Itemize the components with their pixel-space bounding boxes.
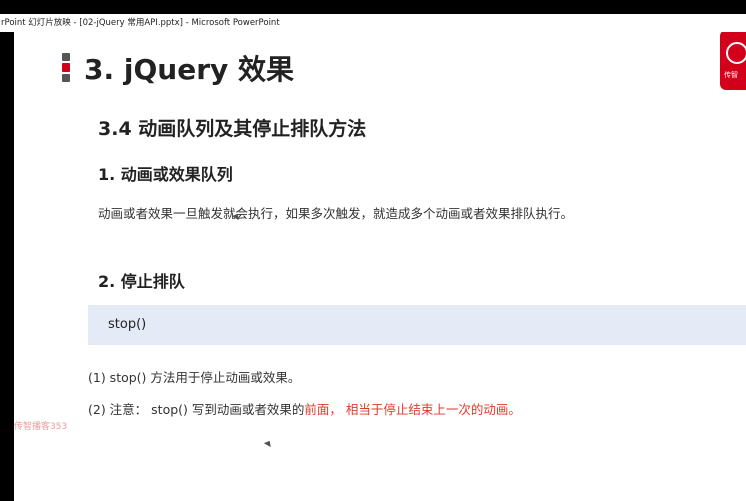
brand-logo: 传智 xyxy=(720,32,746,90)
logo-label: 传智 xyxy=(724,71,738,79)
window-title-bar: rPoint 幻灯片放映 - [02-jQuery 常用API.pptx] - … xyxy=(0,14,746,32)
note-2: (2) 注意： stop() 写到动画或者效果的前面， 相当于停止结束上一次的动… xyxy=(88,399,521,418)
note-1: (1) stop() 方法用于停止动画或效果。 xyxy=(88,370,301,385)
paragraph-animation-queue: 动画或者效果一旦触发就会执行，如果多次触发，就造成多个动画或者效果排队执行。 xyxy=(98,206,574,221)
watermark-text: 传智播客353 xyxy=(14,422,68,432)
heading-animation-queue: 1. 动画或效果队列 xyxy=(98,165,233,184)
slide-title: 3. jQuery 效果 xyxy=(84,53,295,86)
window-title: rPoint 幻灯片放映 - [02-jQuery 常用API.pptx] - … xyxy=(1,18,280,28)
note-2-text: (2) 注意： stop() 写到动画或者效果的 xyxy=(88,402,305,417)
slide[interactable]: 3. jQuery 效果 传智 3.4 动画队列及其停止排队方法 1. 动画或效… xyxy=(14,32,746,501)
code-text: stop() xyxy=(108,317,147,332)
left-black-strip xyxy=(0,32,14,501)
screen-top-bar xyxy=(0,0,746,14)
logo-ring-icon xyxy=(726,42,746,64)
code-block: stop() xyxy=(88,305,746,345)
note-2-highlight: 前面， 相当于停止结束上一次的动画。 xyxy=(304,402,521,417)
section-title: 3.4 动画队列及其停止排队方法 xyxy=(98,118,367,140)
title-marker-icon xyxy=(62,53,70,82)
heading-stop-queue: 2. 停止排队 xyxy=(98,272,185,291)
mouse-cursor-icon xyxy=(263,438,274,448)
